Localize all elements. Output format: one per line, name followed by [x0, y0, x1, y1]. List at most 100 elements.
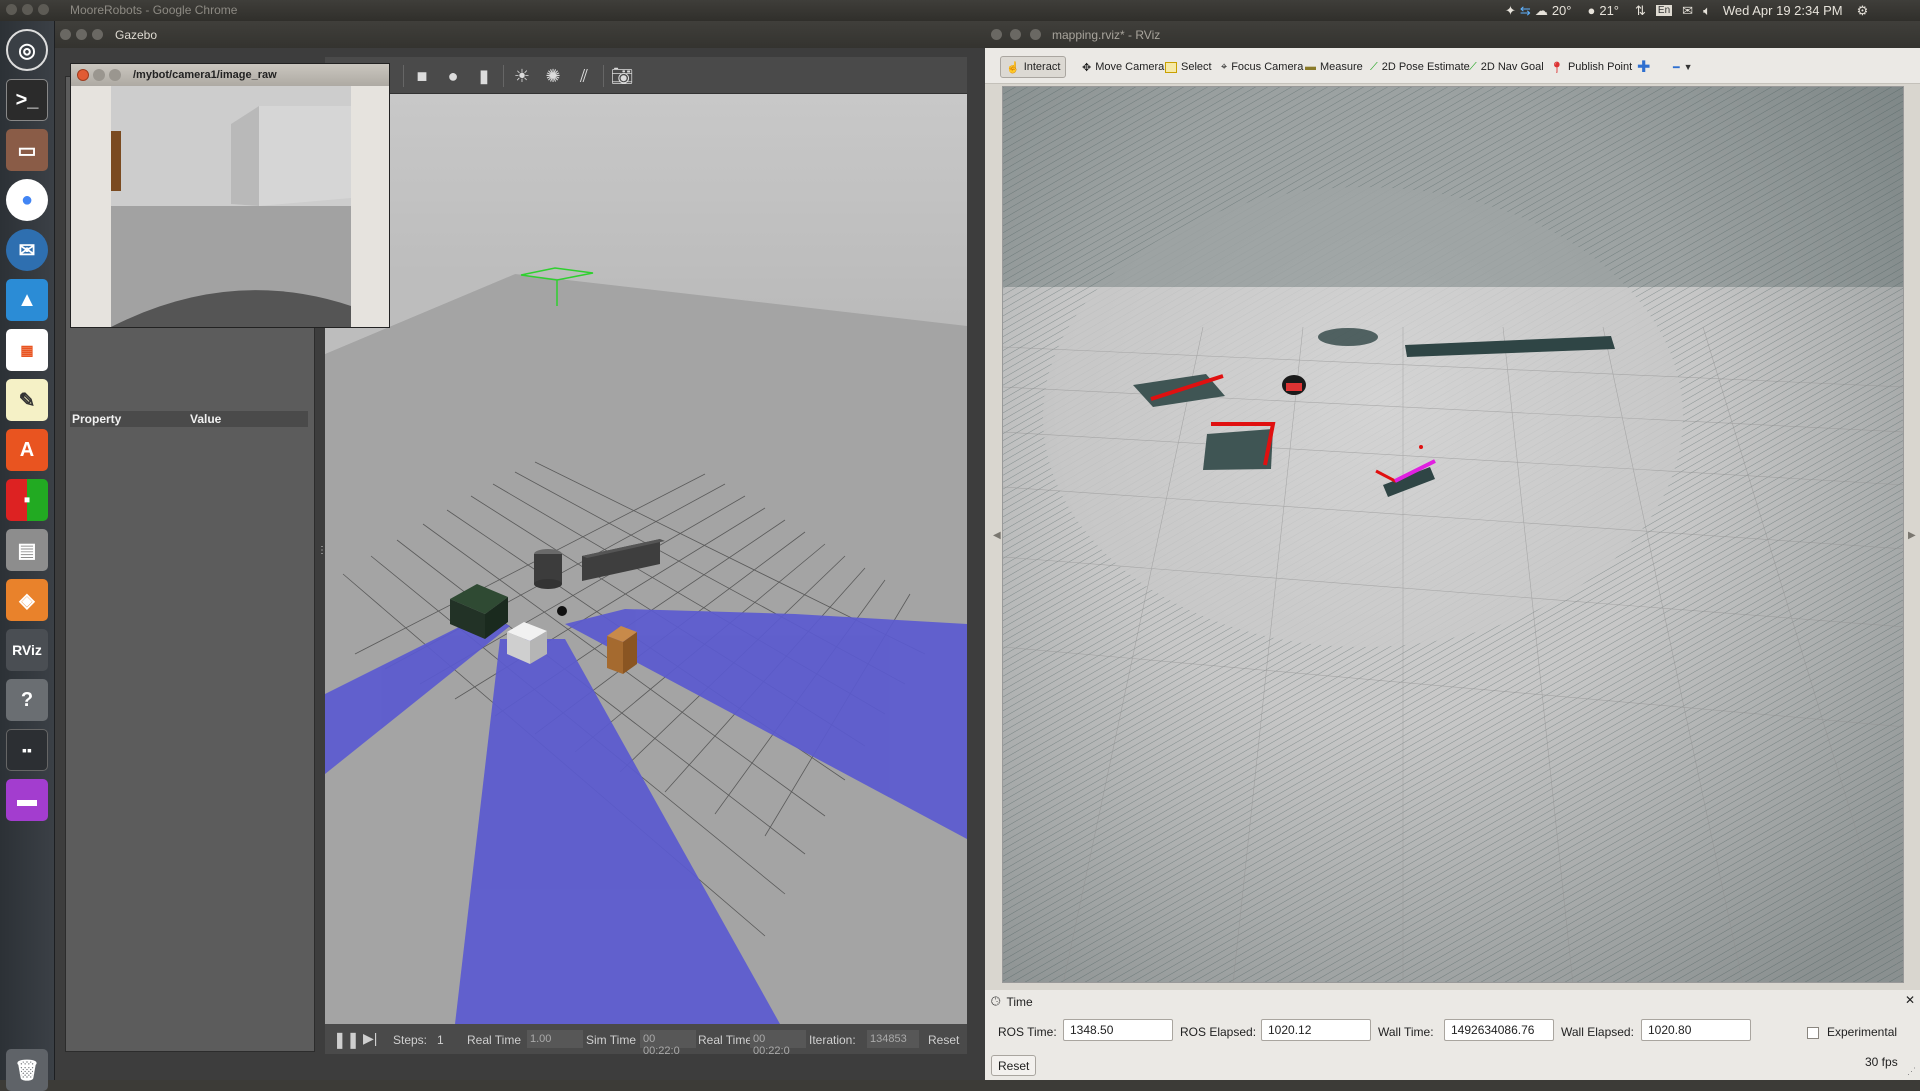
gazebo-3d-viewport[interactable] [325, 94, 967, 1024]
right-collapse-arrow[interactable]: ▶ [1908, 530, 1916, 541]
rviz-icon[interactable]: RViz [6, 629, 48, 671]
chrome-icon[interactable]: ● [6, 179, 48, 221]
wall-elapsed-label: Wall Elapsed: [1561, 1025, 1634, 1039]
time-panel-close-icon[interactable]: ✕ [1905, 993, 1915, 1007]
weather-temp-2[interactable]: 21° [1599, 3, 1619, 18]
splitter-handle[interactable]: ⋮ [317, 545, 327, 563]
help-icon[interactable]: ? [6, 679, 48, 721]
software-center-icon[interactable]: A [6, 429, 48, 471]
gazebo-reset-button[interactable]: Reset [928, 1033, 959, 1047]
nav-goal-tool[interactable]: ⟋ 2D Nav Goal [1464, 56, 1549, 78]
map-pin-icon: 📍︎ [1550, 61, 1564, 74]
camera-close-button[interactable] [77, 69, 89, 81]
iterations-field: 134853 [867, 1030, 919, 1048]
files-icon[interactable]: ▭ [6, 129, 48, 171]
directional-light-icon[interactable]: ⫽ [573, 65, 595, 87]
rviz-icon-label: RViz [12, 642, 42, 658]
move-camera-tool[interactable]: ✥ Move Camera [1077, 56, 1169, 78]
pose-estimate-label: 2D Pose Estimate [1381, 61, 1470, 73]
ros-elapsed-label: ROS Elapsed: [1180, 1025, 1257, 1039]
screenshot-camera-icon[interactable]: 📷︎ [611, 65, 634, 87]
select-tool[interactable]: Select [1160, 56, 1217, 78]
settings-gear-icon[interactable]: ⚙ [1857, 3, 1869, 19]
point-light-icon[interactable]: ☀ [511, 65, 533, 87]
camera-minimize-button[interactable] [93, 69, 105, 81]
select-icon [1165, 61, 1177, 73]
network-icon[interactable]: ⇅ [1635, 3, 1646, 19]
robot-model [1282, 375, 1306, 395]
window-controls[interactable] [4, 4, 49, 18]
purple-app-icon[interactable]: ▬ [6, 779, 48, 821]
thunderbird-icon[interactable]: ✉ [6, 229, 48, 271]
move-camera-label: Move Camera [1095, 61, 1165, 73]
wall-time-field: 1492634086.76 [1444, 1019, 1554, 1041]
keyboard-layout[interactable]: En [1655, 5, 1673, 16]
spot-light-icon[interactable]: ✺ [542, 65, 564, 87]
weather-moon-icon[interactable]: ● [1587, 3, 1595, 18]
camera-maximize-button[interactable] [109, 69, 121, 81]
ros-elapsed-field: 1020.12 [1261, 1019, 1371, 1041]
camera-image-window: /mybot/camera1/image_raw [70, 63, 390, 328]
pose-estimate-tool[interactable]: ⟋ 2D Pose Estimate [1365, 56, 1475, 78]
step-icon[interactable]: ▶| [363, 1030, 377, 1047]
gazebo-scene [325, 94, 967, 1024]
focus-camera-tool[interactable]: ⌖ Focus Camera [1216, 56, 1308, 78]
teamviewer-icon[interactable]: ⇆ [1520, 3, 1531, 19]
dropbox-icon[interactable]: ✦ [1505, 3, 1516, 19]
pause-icon[interactable]: ❚❚ [333, 1030, 360, 1050]
measure-tool[interactable]: ▬ Measure [1300, 56, 1368, 78]
weather-temp-1[interactable]: 20° [1552, 3, 1572, 18]
gazebo-icon[interactable]: ◈ [6, 579, 48, 621]
clock[interactable]: Wed Apr 19 2:34 PM [1723, 3, 1843, 18]
rviz-maximize-button[interactable] [1029, 29, 1041, 40]
rviz-3d-viewport[interactable] [1002, 86, 1904, 983]
left-collapse-arrow[interactable]: ◀ [993, 530, 1001, 541]
sphere-shape-icon[interactable]: ● [442, 65, 464, 87]
rviz-minimize-button[interactable] [1010, 29, 1022, 40]
libreoffice-icon[interactable]: ▪ [6, 479, 48, 521]
cylinder-object [534, 549, 562, 589]
ruler-icon: ▬ [1305, 61, 1316, 73]
dash-icon[interactable]: ◎ [6, 29, 48, 71]
steps-value[interactable]: 1 [437, 1033, 444, 1047]
camera-window-title: /mybot/camera1/image_raw [133, 69, 277, 81]
active-window-title: MooreRobots - Google Chrome [70, 3, 238, 17]
experimental-checkbox[interactable] [1807, 1027, 1819, 1039]
weather-icon[interactable]: ☁ [1535, 3, 1548, 19]
focus-icon: ⌖ [1221, 60, 1228, 73]
ros-time-label: ROS Time: [998, 1025, 1057, 1039]
resize-grip-icon[interactable]: ⋰ [1907, 1066, 1916, 1077]
apps-grid-icon[interactable]: ▦ [6, 329, 48, 371]
real-time-factor-label: Real Time [467, 1033, 522, 1047]
rviz-reset-button[interactable]: Reset [991, 1055, 1037, 1076]
cylinder-shape-icon[interactable]: ▮ [473, 65, 495, 87]
fps-label: 30 fps [1865, 1055, 1898, 1069]
rviz-close-button[interactable] [991, 29, 1002, 40]
camera-window-titlebar: /mybot/camera1/image_raw [71, 64, 389, 86]
hand-icon: ☝ [1006, 61, 1020, 74]
rviz-titlebar: mapping.rviz* - RViz [985, 21, 1920, 48]
mail-icon[interactable]: ✉ [1682, 3, 1693, 19]
value-header: Value [190, 412, 222, 426]
workspace-switcher-icon[interactable]: ▪▪ [6, 729, 48, 771]
education-icon[interactable]: ▲ [6, 279, 48, 321]
printer-icon[interactable]: ▤ [6, 529, 48, 571]
box-shape-icon[interactable]: ■ [411, 65, 433, 87]
publish-point-tool[interactable]: 📍︎ Publish Point [1545, 56, 1637, 78]
gazebo-window-title: Gazebo [115, 27, 158, 42]
gazebo-minimize-button[interactable] [76, 29, 87, 40]
add-tool-plus-icon[interactable]: ✚ [1632, 56, 1655, 78]
interact-label: Interact [1023, 61, 1061, 73]
volume-icon[interactable]: 🔈︎ [1703, 3, 1711, 19]
select-label: Select [1181, 61, 1212, 73]
text-editor-icon[interactable]: ✎ [6, 379, 48, 421]
terminal-icon[interactable]: >_ [6, 79, 48, 121]
trash-icon[interactable]: 🗑︎ [6, 1049, 48, 1091]
remove-tool-minus-icon[interactable]: ━ ▼ [1668, 56, 1698, 78]
green-arrow-icon: ⟋ [1469, 60, 1477, 73]
interact-tool[interactable]: ☝ Interact [1000, 56, 1067, 78]
ros-time-field: 1348.50 [1063, 1019, 1173, 1041]
tray: ✦ ⇆ ☁ 20° ● 21° ⇅ En ✉ 🔈︎ Wed Apr 19 2:34 … [1505, 2, 1868, 19]
gazebo-maximize-button[interactable] [92, 29, 103, 40]
gazebo-close-button[interactable] [60, 29, 71, 40]
